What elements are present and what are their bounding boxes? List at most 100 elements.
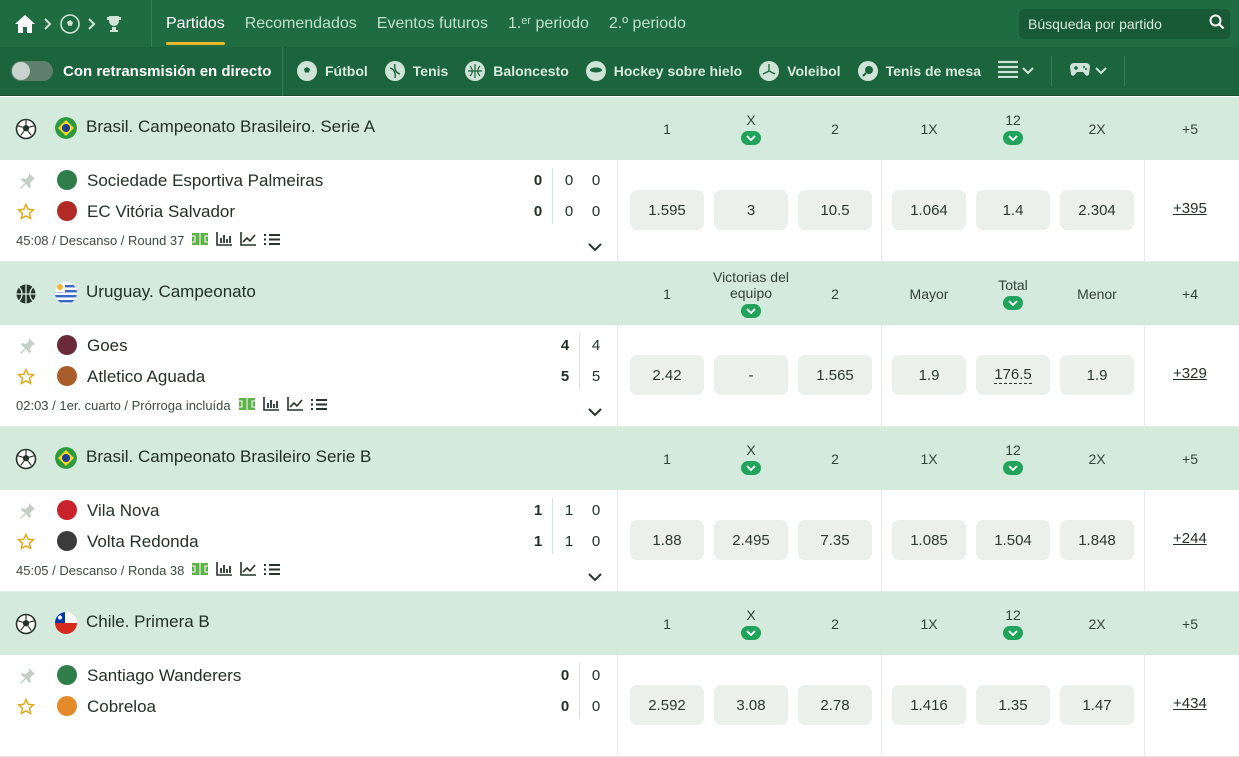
odds-button[interactable]: 3.08	[714, 685, 788, 725]
tab-segundo-periodo[interactable]: 2.º periodo	[609, 0, 686, 47]
odds-button[interactable]: 1.35	[976, 685, 1050, 725]
team-away-name[interactable]: Cobreloa	[87, 697, 156, 717]
team-away-name[interactable]: Atletico Aguada	[87, 367, 205, 387]
statistics-icon[interactable]	[262, 397, 279, 414]
chevron-down-icon[interactable]	[1003, 461, 1023, 475]
odds-button[interactable]: 1.47	[1060, 685, 1134, 725]
odds-button[interactable]: 1.595	[630, 190, 704, 230]
line-chart-icon[interactable]	[240, 232, 257, 249]
market-column-header[interactable]: X	[703, 592, 799, 655]
line-chart-icon[interactable]	[240, 562, 257, 579]
odds-button[interactable]: 2.42	[630, 355, 704, 395]
line-chart-icon[interactable]	[286, 397, 303, 414]
league-header[interactable]: Brasil. Campeonato Brasileiro Serie B 1 …	[0, 427, 1239, 490]
field-icon[interactable]	[192, 233, 209, 248]
search-icon[interactable]	[1209, 14, 1225, 35]
odds-button[interactable]: 10.5	[798, 190, 872, 230]
list-icon[interactable]	[310, 398, 327, 414]
tab-recomendados[interactable]: Recomendados	[245, 0, 357, 47]
chevron-down-icon[interactable]	[741, 461, 761, 475]
odds-button[interactable]: 3	[714, 190, 788, 230]
pin-icon[interactable]	[17, 666, 37, 691]
sport-hockey-sobre-hielo[interactable]: Hockey sobre hielo	[585, 61, 742, 81]
favorite-star-icon[interactable]	[16, 697, 36, 721]
chevron-down-icon[interactable]	[1003, 296, 1023, 310]
list-icon[interactable]	[264, 233, 281, 249]
odds-button[interactable]: 1.064	[892, 190, 966, 230]
market-column-header[interactable]: 12	[965, 427, 1061, 490]
pin-icon[interactable]	[17, 336, 37, 361]
team-home-name[interactable]: Sociedade Esportiva Palmeiras	[87, 171, 323, 191]
expand-chevron-icon[interactable]	[588, 569, 602, 587]
field-icon[interactable]	[238, 398, 255, 413]
odds-button[interactable]: 1.565	[798, 355, 872, 395]
odds-button[interactable]: 1.88	[630, 520, 704, 560]
more-markets-link[interactable]: +244	[1173, 530, 1207, 547]
list-icon[interactable]	[264, 563, 281, 579]
team-home-name[interactable]: Santiago Wanderers	[87, 666, 241, 686]
market-column-header[interactable]: X	[703, 97, 799, 160]
team-home-name[interactable]: Vila Nova	[87, 501, 159, 521]
esports-menu[interactable]	[1069, 61, 1107, 82]
odds-button[interactable]: 1.848	[1060, 520, 1134, 560]
field-icon[interactable]	[192, 563, 209, 578]
favorite-star-icon[interactable]	[16, 532, 36, 556]
market-column-header[interactable]: 12	[965, 592, 1061, 655]
chevron-down-icon[interactable]	[741, 131, 761, 145]
home-icon[interactable]	[14, 14, 36, 34]
odds-button[interactable]: 2.592	[630, 685, 704, 725]
odds-button[interactable]: 1.4	[976, 190, 1050, 230]
odds-button[interactable]: 1.504	[976, 520, 1050, 560]
sport-voleibol[interactable]: Voleibol	[759, 61, 841, 81]
odds-button[interactable]: 7.35	[798, 520, 872, 560]
chevron-down-icon[interactable]	[741, 304, 761, 318]
favorite-star-icon[interactable]	[16, 367, 36, 391]
odds-button[interactable]: 176.5	[976, 355, 1050, 395]
league-header[interactable]: Uruguay. Campeonato 1 Victorias del equi…	[0, 262, 1239, 325]
tab-primer-periodo[interactable]: 1.ᵉʳ periodo	[508, 0, 589, 47]
market-column-header[interactable]: Victorias del equipo	[703, 262, 799, 325]
statistics-icon[interactable]	[216, 562, 233, 579]
search-input[interactable]	[1028, 16, 1209, 32]
flag-uruguay-icon	[55, 282, 77, 304]
trophy-icon[interactable]	[104, 14, 124, 34]
league-header[interactable]: Brasil. Campeonato Brasileiro. Serie A 1…	[0, 97, 1239, 160]
pin-icon[interactable]	[17, 171, 37, 196]
odds-button[interactable]: 1.416	[892, 685, 966, 725]
soccer-ball-icon[interactable]	[60, 13, 80, 34]
divider	[1144, 490, 1145, 592]
sport-tenis-de-mesa[interactable]: Tenis de mesa	[857, 61, 981, 81]
chevron-down-icon[interactable]	[741, 626, 761, 640]
expand-chevron-icon[interactable]	[588, 404, 602, 422]
odds-button[interactable]: 2.304	[1060, 190, 1134, 230]
favorite-star-icon[interactable]	[16, 202, 36, 226]
more-markets-link[interactable]: +395	[1173, 200, 1207, 217]
more-markets-link[interactable]: +329	[1173, 365, 1207, 382]
market-column-header[interactable]: Total	[965, 262, 1061, 325]
odds-button[interactable]: 2.495	[714, 520, 788, 560]
more-sports-menu[interactable]	[998, 60, 1034, 83]
market-column-header[interactable]: X	[703, 427, 799, 490]
sport-tenis[interactable]: Tenis	[384, 61, 448, 81]
team-home-name[interactable]: Goes	[87, 336, 128, 356]
more-markets-link[interactable]: +434	[1173, 695, 1207, 712]
pin-icon[interactable]	[17, 501, 37, 526]
odds-button[interactable]: 1.085	[892, 520, 966, 560]
odds-button[interactable]: 1.9	[892, 355, 966, 395]
team-away-name[interactable]: EC Vitória Salvador	[87, 202, 235, 222]
chevron-down-icon[interactable]	[1003, 626, 1023, 640]
sport-baloncesto[interactable]: Baloncesto	[465, 61, 569, 81]
team-away-name[interactable]: Volta Redonda	[87, 532, 199, 552]
league-header[interactable]: Chile. Primera B 1 X 2 1X 12 2X +5	[0, 592, 1239, 655]
tab-partidos[interactable]: Partidos	[166, 0, 225, 47]
sport-futbol[interactable]: Fútbol	[297, 61, 368, 81]
chevron-down-icon[interactable]	[1003, 131, 1023, 145]
odds-button[interactable]: 2.78	[798, 685, 872, 725]
market-column-header[interactable]: 12	[965, 97, 1061, 160]
expand-chevron-icon[interactable]	[588, 239, 602, 257]
statistics-icon[interactable]	[216, 232, 233, 249]
odds-button[interactable]: 1.9	[1060, 355, 1134, 395]
odds-button[interactable]: -	[714, 355, 788, 395]
tab-eventos-futuros[interactable]: Eventos futuros	[377, 0, 488, 47]
live-stream-toggle[interactable]	[11, 61, 53, 81]
